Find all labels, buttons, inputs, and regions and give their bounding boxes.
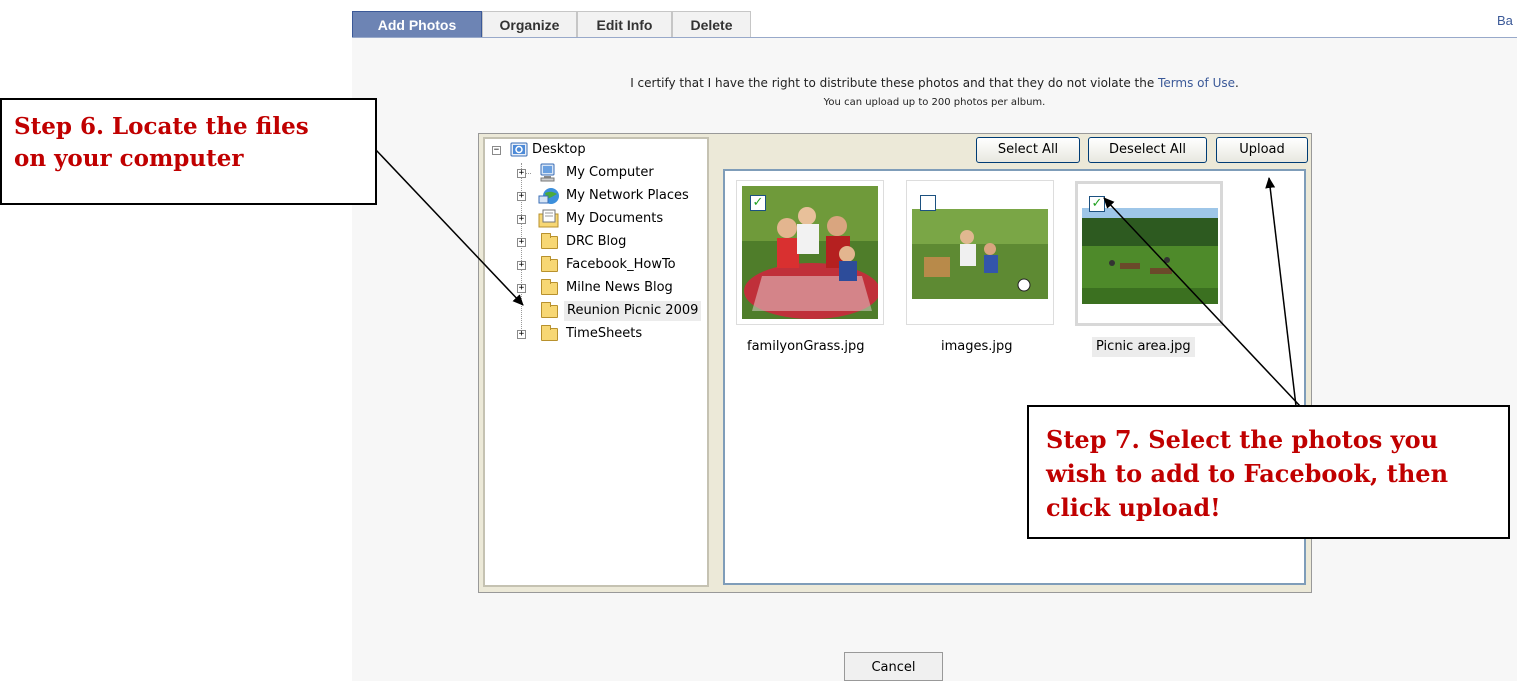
terms-of-use-link[interactable]: Terms of Use <box>1158 76 1235 90</box>
callout-line: on your computer <box>14 145 244 172</box>
tree-item-my-network-places[interactable]: My Network Places <box>566 186 689 206</box>
back-link[interactable]: Ba <box>1497 13 1513 28</box>
network-places-icon <box>538 186 560 206</box>
collapse-icon[interactable]: − <box>492 146 501 155</box>
expand-icon[interactable]: + <box>517 261 526 270</box>
tree-item-reunion-picnic-2009[interactable]: Reunion Picnic 2009 <box>564 301 702 321</box>
upload-limit-text: You can upload up to 200 photos per albu… <box>823 97 1046 108</box>
tree-item-my-documents[interactable]: My Documents <box>566 209 663 229</box>
photo-checkbox[interactable] <box>920 195 936 211</box>
expand-icon[interactable]: + <box>517 192 526 201</box>
tab-baseline <box>352 37 1517 38</box>
tree-item-timesheets[interactable]: TimeSheets <box>566 324 642 344</box>
expand-icon[interactable]: + <box>517 238 526 247</box>
expand-icon[interactable]: + <box>517 330 526 339</box>
photo-checkbox[interactable]: ✓ <box>1089 196 1105 212</box>
tab-add-photos[interactable]: Add Photos <box>352 11 482 37</box>
tree-item-facebook-howto[interactable]: Facebook_HowTo <box>566 255 676 275</box>
tab-edit-info[interactable]: Edit Info <box>577 11 672 37</box>
tree-item-my-computer[interactable]: My Computer <box>566 163 654 183</box>
callout-line: Step 6. Locate the files <box>14 113 309 140</box>
tree-connector <box>521 163 522 335</box>
desktop-icon <box>510 141 528 159</box>
tree-item-milne-news-blog[interactable]: Milne News Blog <box>566 278 673 298</box>
tree-item-desktop[interactable]: Desktop <box>532 140 586 160</box>
computer-icon <box>538 163 558 183</box>
folder-icon <box>541 325 558 341</box>
photo-checkbox[interactable]: ✓ <box>750 195 766 211</box>
expand-icon[interactable]: + <box>517 169 526 178</box>
cancel-button[interactable]: Cancel <box>844 652 943 681</box>
certify-text: I certify that I have the right to distr… <box>352 76 1517 90</box>
photo-thumbnail[interactable]: ✓ <box>736 180 884 325</box>
photo-filename: familyonGrass.jpg <box>747 339 865 354</box>
folder-icon <box>541 256 558 272</box>
select-all-button[interactable]: Select All <box>976 137 1080 163</box>
certify-prefix: I certify that I have the right to distr… <box>630 76 1159 90</box>
tab-organize[interactable]: Organize <box>482 11 577 37</box>
step7-callout: Step 7. Select the photos you wish to ad… <box>1027 405 1510 539</box>
callout-line: Step 7. Select the photos you <box>1046 425 1439 454</box>
picnic-area-image <box>1082 208 1218 304</box>
tab-delete[interactable]: Delete <box>672 11 751 37</box>
folder-icon <box>541 279 558 295</box>
callout-line: click upload! <box>1046 493 1221 522</box>
upload-button[interactable]: Upload <box>1216 137 1308 163</box>
documents-icon <box>538 209 560 229</box>
photo-thumbnail[interactable] <box>906 180 1054 325</box>
folder-icon <box>541 233 558 249</box>
tree-item-drc-blog[interactable]: DRC Blog <box>566 232 626 252</box>
step6-callout: Step 6. Locate the files on your compute… <box>0 98 377 205</box>
photo-filename: images.jpg <box>941 339 1013 354</box>
expand-icon[interactable]: + <box>517 215 526 224</box>
callout-line: wish to add to Facebook, then <box>1046 459 1449 488</box>
certify-suffix: . <box>1234 76 1239 90</box>
deselect-all-button[interactable]: Deselect All <box>1088 137 1207 163</box>
picnic-image <box>912 209 1048 299</box>
expand-icon[interactable]: + <box>517 284 526 293</box>
folder-icon <box>541 302 558 318</box>
photo-filename: Picnic area.jpg <box>1092 337 1195 357</box>
photo-thumbnail[interactable]: ✓ <box>1075 181 1223 326</box>
